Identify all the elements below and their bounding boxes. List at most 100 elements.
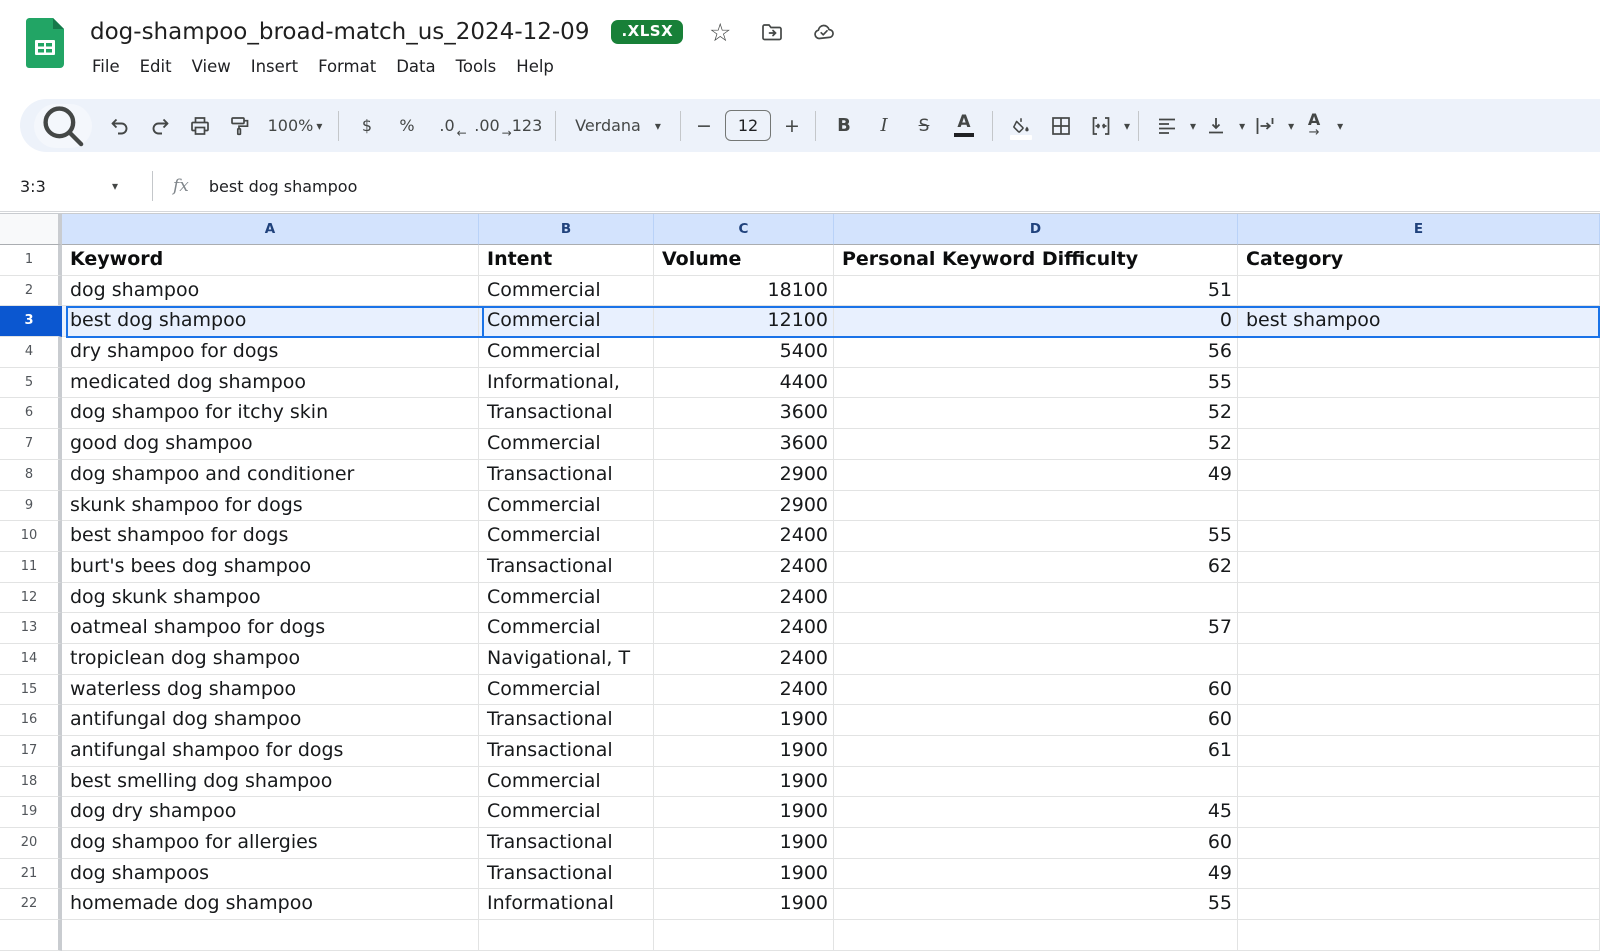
cell[interactable] — [1238, 337, 1600, 368]
cell[interactable]: 60 — [834, 675, 1238, 706]
cell[interactable]: best shampoo for dogs — [62, 521, 479, 552]
cell[interactable]: 55 — [834, 889, 1238, 920]
currency-format-button[interactable]: $ — [347, 107, 387, 145]
cell[interactable] — [1238, 491, 1600, 522]
cell[interactable]: Commercial — [479, 337, 654, 368]
text-wrapping-button[interactable] — [1245, 107, 1285, 145]
cell[interactable] — [1238, 583, 1600, 614]
cell[interactable]: 18100 — [654, 276, 834, 307]
row-header[interactable]: 16 — [0, 705, 62, 736]
increase-decimal-button[interactable]: .00→ — [467, 107, 507, 145]
row-header[interactable]: 5 — [0, 368, 62, 399]
cell[interactable]: best shampoo — [1238, 306, 1600, 337]
cell[interactable] — [1238, 889, 1600, 920]
cell[interactable]: 55 — [834, 521, 1238, 552]
cell[interactable]: 2400 — [654, 675, 834, 706]
cell[interactable] — [62, 920, 479, 951]
menu-item-tools[interactable]: Tools — [446, 54, 507, 79]
cell[interactable] — [654, 920, 834, 951]
cell[interactable]: Transactional — [479, 705, 654, 736]
search-button[interactable] — [34, 104, 92, 148]
cell[interactable] — [1238, 398, 1600, 429]
italic-button[interactable]: I — [864, 107, 904, 145]
cell[interactable]: 2400 — [654, 613, 834, 644]
row-header[interactable]: 10 — [0, 521, 62, 552]
column-header-C[interactable]: C — [654, 214, 834, 245]
cell[interactable]: Intent — [479, 245, 654, 276]
column-header-D[interactable]: D — [834, 214, 1238, 245]
undo-button[interactable] — [100, 107, 140, 145]
cell[interactable] — [1238, 797, 1600, 828]
cell[interactable]: Transactional — [479, 552, 654, 583]
chevron-down-icon[interactable]: ▾ — [112, 179, 152, 193]
cell[interactable]: tropiclean dog shampoo — [62, 644, 479, 675]
cell[interactable]: 4400 — [654, 368, 834, 399]
font-selector[interactable]: Verdana▾ — [564, 107, 672, 145]
zoom-control[interactable]: 100%▾ — [260, 107, 330, 145]
menu-item-format[interactable]: Format — [308, 54, 386, 79]
cell[interactable]: dog shampoo — [62, 276, 479, 307]
cell[interactable] — [1238, 767, 1600, 798]
move-to-folder-icon[interactable] — [757, 17, 787, 47]
cell[interactable]: dog shampoo for allergies — [62, 828, 479, 859]
cell[interactable]: dry shampoo for dogs — [62, 337, 479, 368]
font-size-input[interactable]: 12 — [725, 110, 771, 141]
cell[interactable]: 60 — [834, 705, 1238, 736]
row-header[interactable] — [0, 920, 62, 951]
cell[interactable]: 12100 — [654, 306, 834, 337]
menu-item-view[interactable]: View — [182, 54, 241, 79]
cell[interactable]: 2400 — [654, 552, 834, 583]
cell[interactable] — [1238, 552, 1600, 583]
percent-format-button[interactable]: % — [387, 107, 427, 145]
cell[interactable]: 1900 — [654, 797, 834, 828]
cell[interactable] — [1238, 276, 1600, 307]
row-header[interactable]: 18 — [0, 767, 62, 798]
cell[interactable]: best dog shampoo — [62, 306, 479, 337]
cell[interactable]: Transactional — [479, 859, 654, 890]
cell[interactable]: 62 — [834, 552, 1238, 583]
cell[interactable]: Commercial — [479, 491, 654, 522]
cell[interactable]: 3600 — [654, 398, 834, 429]
row-header[interactable]: 6 — [0, 398, 62, 429]
row-header[interactable]: 14 — [0, 644, 62, 675]
cell[interactable]: 51 — [834, 276, 1238, 307]
formula-input[interactable]: best dog shampoo — [209, 177, 357, 196]
paint-format-button[interactable] — [220, 107, 260, 145]
cell[interactable]: 61 — [834, 736, 1238, 767]
cell[interactable]: Category — [1238, 245, 1600, 276]
cell[interactable] — [1238, 736, 1600, 767]
cell[interactable]: antifungal shampoo for dogs — [62, 736, 479, 767]
cell[interactable]: good dog shampoo — [62, 429, 479, 460]
cell[interactable]: Commercial — [479, 429, 654, 460]
strikethrough-button[interactable]: S — [904, 107, 944, 145]
cell[interactable]: 5400 — [654, 337, 834, 368]
row-header[interactable]: 3 — [0, 306, 62, 337]
cell[interactable]: 2900 — [654, 460, 834, 491]
cell[interactable]: 60 — [834, 828, 1238, 859]
cell[interactable]: Personal Keyword Difficulty — [834, 245, 1238, 276]
cell[interactable]: 0 — [834, 306, 1238, 337]
cell[interactable]: dog skunk shampoo — [62, 583, 479, 614]
cell[interactable] — [834, 767, 1238, 798]
document-title[interactable]: dog-shampoo_broad-match_us_2024-12-09 — [90, 19, 589, 45]
decrease-font-size-button[interactable]: − — [689, 107, 719, 145]
row-header[interactable]: 21 — [0, 859, 62, 890]
cell[interactable]: dog shampoos — [62, 859, 479, 890]
cell[interactable] — [1238, 644, 1600, 675]
row-header[interactable]: 22 — [0, 889, 62, 920]
cell[interactable]: Commercial — [479, 583, 654, 614]
row-header[interactable]: 12 — [0, 583, 62, 614]
select-all-corner[interactable] — [0, 214, 62, 245]
decrease-decimal-button[interactable]: .0← — [427, 107, 467, 145]
menu-item-edit[interactable]: Edit — [130, 54, 182, 79]
cell[interactable]: skunk shampoo for dogs — [62, 491, 479, 522]
row-header[interactable]: 4 — [0, 337, 62, 368]
cloud-saved-icon[interactable] — [809, 17, 839, 47]
cell[interactable]: Commercial — [479, 306, 654, 337]
cell[interactable]: Commercial — [479, 521, 654, 552]
cell[interactable] — [1238, 368, 1600, 399]
cell[interactable]: burt's bees dog shampoo — [62, 552, 479, 583]
cell[interactable] — [1238, 521, 1600, 552]
borders-button[interactable] — [1041, 107, 1081, 145]
row-header[interactable]: 7 — [0, 429, 62, 460]
